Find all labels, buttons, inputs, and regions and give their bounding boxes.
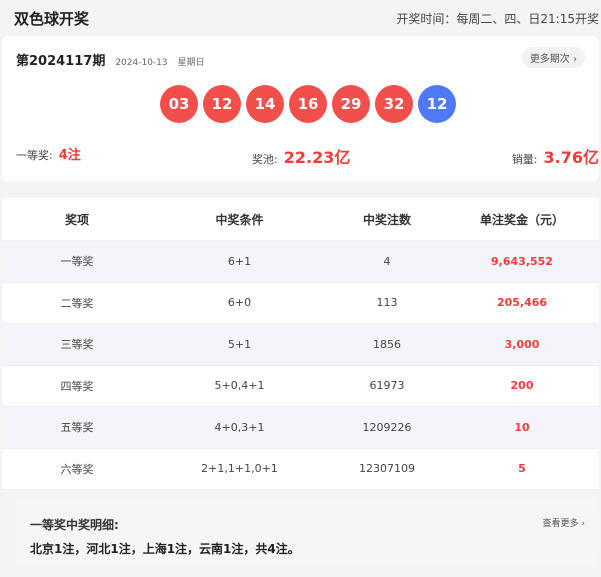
draw-stats: 一等奖: 4注 奖池: 22.23亿 销量: 3.76亿: [16, 144, 599, 170]
red-ball: 29: [332, 85, 370, 123]
header-count: 中奖注数: [362, 212, 411, 227]
prize-cell: 5: [518, 462, 526, 476]
table-row: 一等奖 6+1 4 9,643,552: [2, 241, 599, 283]
count-cell: 1856: [373, 337, 401, 351]
red-ball: 03: [160, 85, 198, 123]
table-row: 五等奖 4+0,3+1 1209226 10: [2, 407, 599, 449]
count-cell: 113: [376, 296, 398, 310]
red-ball: 12: [203, 85, 241, 123]
table-row: 六等奖 2+1,1+1,0+1 12307109 5: [2, 449, 599, 490]
pool-label: 奖池:: [252, 153, 278, 166]
red-ball: 14: [246, 85, 284, 123]
condition-cell: 4+0,3+1: [214, 420, 265, 434]
level-cell: 一等奖: [60, 255, 94, 269]
table-header-row: 奖项 中奖条件 中奖注数 单注奖金（元）: [2, 198, 599, 241]
prize-cell: 10: [514, 420, 530, 434]
level-cell: 五等奖: [60, 421, 94, 435]
level-cell: 六等奖: [60, 462, 94, 476]
first-prize-stat: 一等奖: 4注: [16, 144, 81, 163]
more-issues-label: 更多期次: [529, 54, 570, 65]
pool-value: 22.23亿: [283, 148, 351, 167]
winning-numbers: 03 12 14 16 29 32 12: [160, 85, 456, 123]
chevron-right-icon: ›: [569, 54, 577, 65]
chevron-right-icon: ›: [578, 519, 585, 529]
view-more-link[interactable]: 查看更多 ›: [543, 516, 585, 529]
first-prize-value: 4注: [58, 148, 81, 163]
level-cell: 四等奖: [60, 379, 94, 393]
more-issues-button[interactable]: 更多期次 ›: [521, 47, 585, 68]
view-more-label: 查看更多: [542, 519, 579, 529]
detail-title: 一等奖中奖明细:: [30, 518, 119, 532]
draw-header: 第2024117期 2024-10-13 星期日: [16, 50, 205, 69]
condition-cell: 6+0: [227, 296, 252, 310]
condition-cell: 2+1,1+1,0+1: [201, 462, 278, 476]
prize-cell: 9,643,552: [491, 254, 553, 268]
first-prize-detail: 一等奖中奖明细: 查看更多 › 北京1注，河北1注，上海1注，云南1注，共4注。: [16, 500, 599, 564]
draw-weekday: 星期日: [177, 58, 205, 68]
top-bar: 双色球开奖 开奖时间：每周二、四、日21:15开奖: [0, 0, 601, 36]
level-cell: 三等奖: [60, 338, 94, 352]
level-cell: 二等奖: [60, 296, 94, 310]
condition-cell: 5+0,4+1: [214, 379, 265, 393]
header-level: 奖项: [64, 212, 89, 227]
red-ball: 16: [289, 85, 327, 123]
page-title: 双色球开奖: [14, 9, 90, 28]
count-cell: 1209226: [362, 420, 412, 434]
draw-date: 2024-10-13: [115, 58, 168, 68]
red-ball: 32: [375, 85, 413, 123]
prize-table: 奖项 中奖条件 中奖注数 单注奖金（元） 一等奖 6+1 4 9,643,552…: [2, 198, 599, 489]
prize-cell: 200: [510, 379, 534, 393]
blue-ball: 12: [418, 85, 456, 123]
first-prize-label: 一等奖:: [16, 149, 53, 162]
prize-cell: 3,000: [504, 337, 540, 351]
prize-cell: 205,466: [496, 296, 548, 310]
table-row: 三等奖 5+1 1856 3,000: [2, 324, 599, 366]
count-cell: 12307109: [359, 462, 415, 476]
table-row: 二等奖 6+0 113 205,466: [2, 283, 599, 324]
header-condition: 中奖条件: [215, 212, 264, 227]
draw-result-card: 第2024117期 2024-10-13 星期日 更多期次 › 03 12 14…: [2, 36, 599, 182]
condition-cell: 5+1: [227, 337, 252, 351]
count-cell: 61973: [369, 379, 405, 393]
condition-cell: 6+1: [227, 254, 252, 268]
issue-number: 第2024117期: [16, 54, 106, 69]
sales-label: 销量:: [511, 153, 538, 166]
detail-text: 北京1注，河北1注，上海1注，云南1注，共4注。: [30, 542, 300, 556]
count-cell: 4: [383, 254, 391, 268]
sales-stat: 销量: 3.76亿: [512, 144, 599, 168]
table-row: 四等奖 5+0,4+1 61973 200: [2, 366, 599, 407]
header-prize: 单注奖金（元）: [479, 212, 564, 227]
draw-schedule: 开奖时间：每周二、四、日21:15开奖: [396, 11, 599, 26]
sales-value: 3.76亿: [543, 148, 599, 167]
pool-stat: 奖池: 22.23亿: [252, 144, 350, 168]
